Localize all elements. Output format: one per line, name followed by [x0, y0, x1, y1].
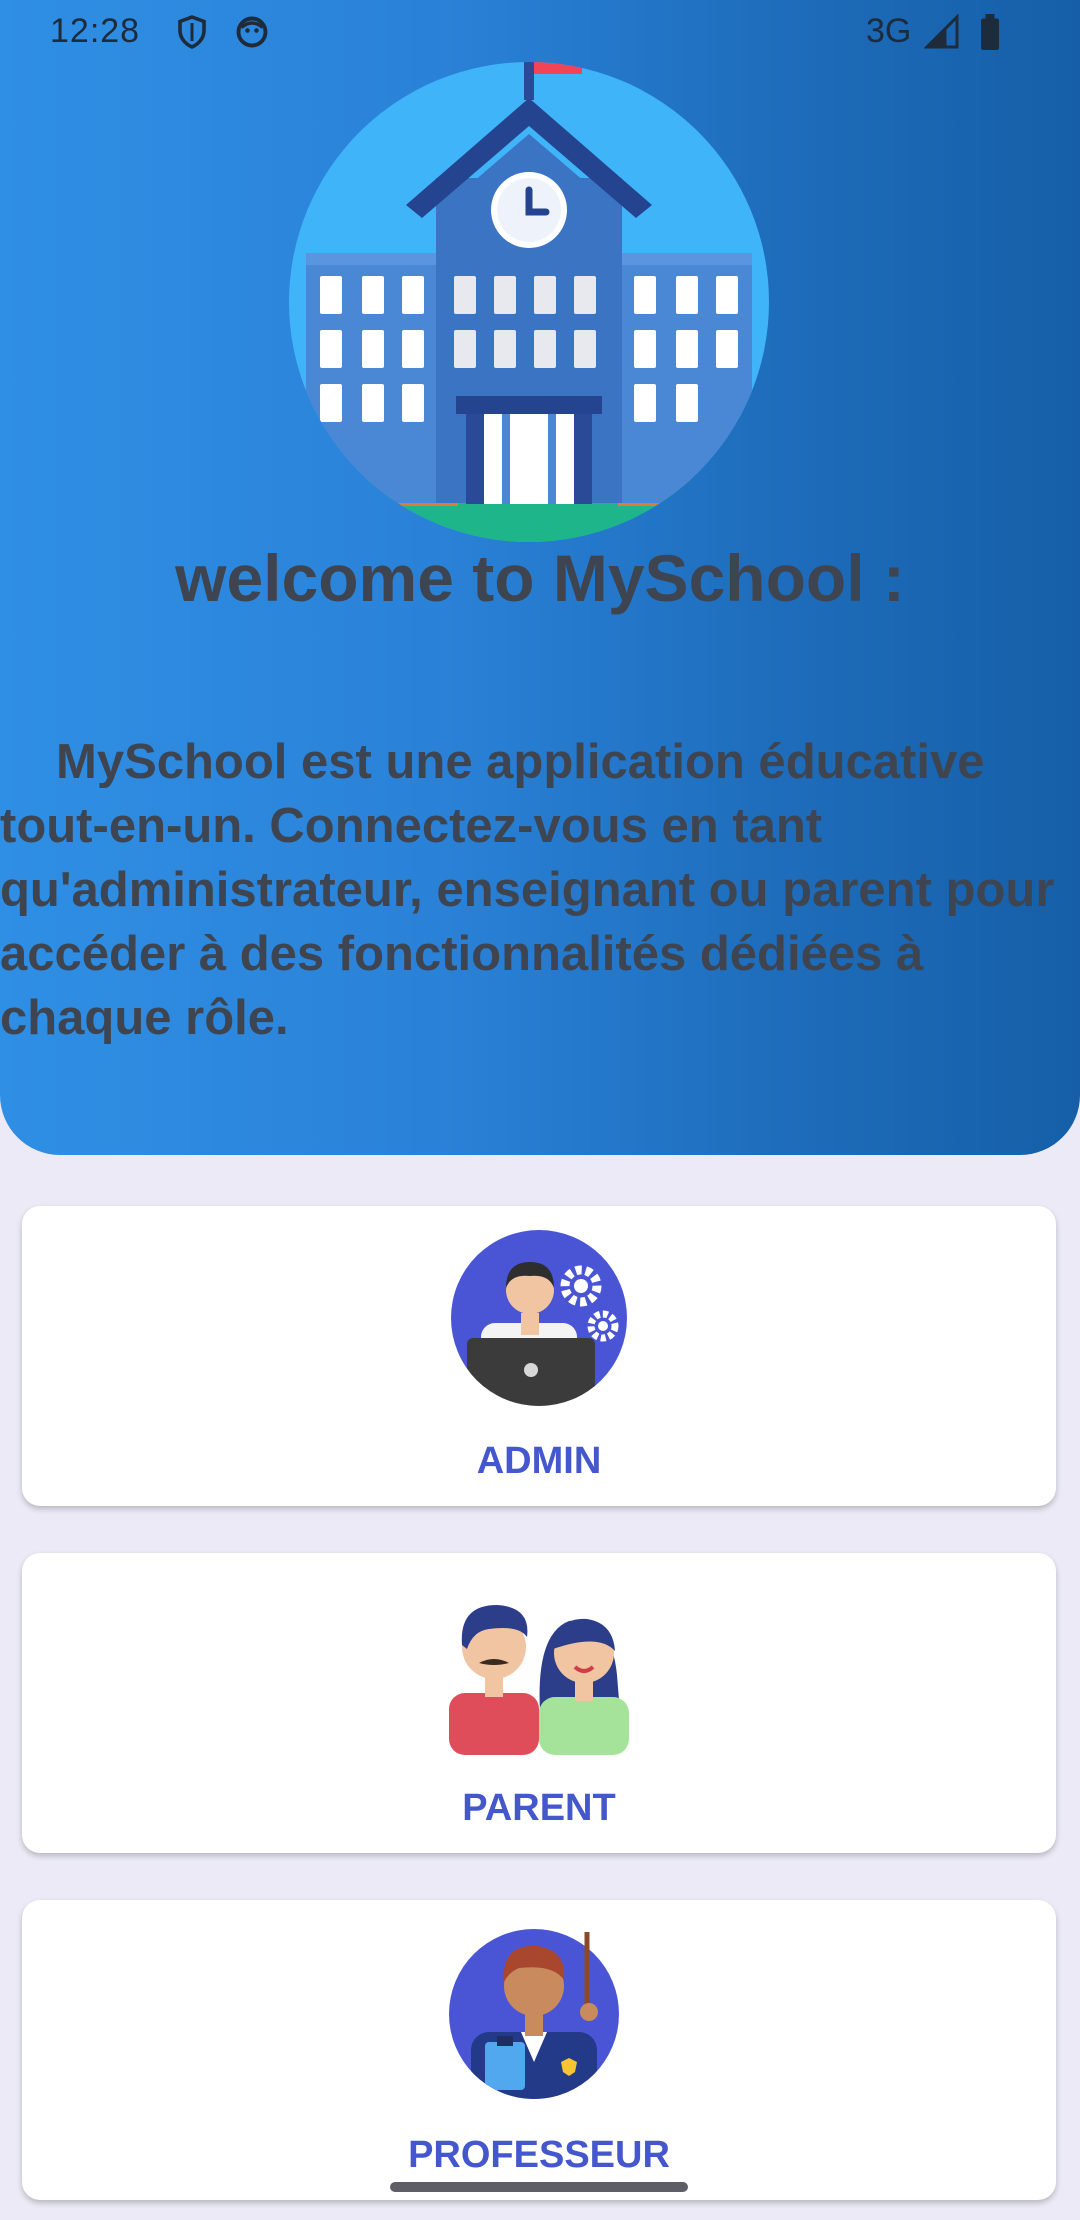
parent-icon — [449, 1575, 629, 1755]
parent-role-card[interactable]: PARENT — [22, 1553, 1056, 1853]
network-type: 3G — [866, 12, 912, 50]
battery-icon — [978, 14, 1002, 59]
home-indicator[interactable] — [390, 2182, 688, 2192]
parent-label: PARENT — [462, 1787, 616, 1829]
admin-icon — [449, 1228, 629, 1408]
signal-icon — [923, 13, 960, 59]
shield-icon — [174, 14, 210, 59]
teacher-role-card[interactable]: PROFESSEUR — [22, 1900, 1056, 2200]
face-icon — [234, 14, 270, 59]
school-logo-illustration — [288, 40, 770, 542]
teacher-icon — [449, 1922, 629, 2102]
app-description: MySchool est une application éducative t… — [0, 735, 1055, 1045]
teacher-label: PROFESSEUR — [408, 2134, 670, 2176]
welcome-title: welcome to MySchool : — [175, 541, 905, 615]
admin-role-card[interactable]: ADMIN — [22, 1206, 1056, 1506]
status-time: 12:28 — [50, 12, 141, 50]
admin-label: ADMIN — [476, 1440, 602, 1482]
